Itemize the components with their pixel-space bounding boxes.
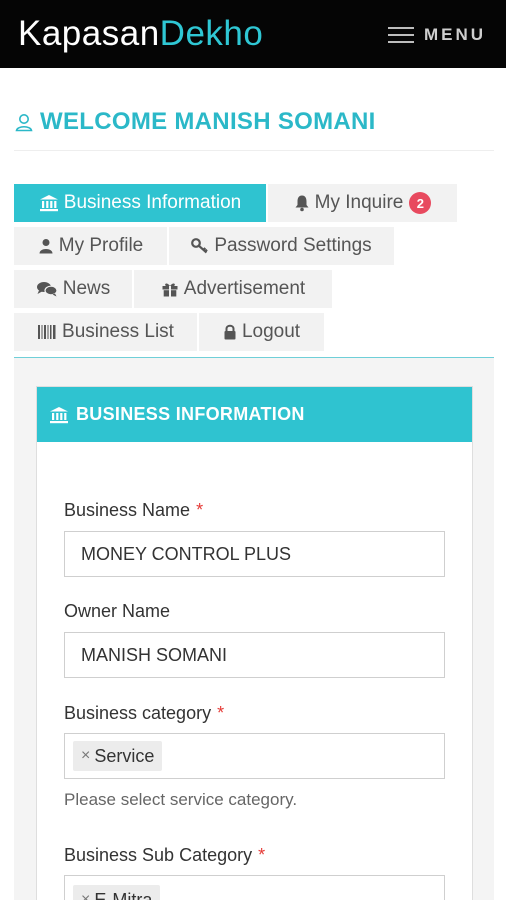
- logo-text-dekho: Dekho: [159, 14, 264, 53]
- lock-icon: [223, 324, 237, 340]
- required-marker: *: [258, 845, 266, 865]
- tab-logout[interactable]: Logout: [199, 313, 324, 351]
- logo-text-kapasan: Kapasan: [18, 14, 160, 53]
- label-text: Owner Name: [64, 601, 171, 621]
- tab-business-list[interactable]: Business List: [14, 313, 197, 351]
- key-icon: [191, 238, 209, 254]
- required-marker: *: [217, 703, 225, 723]
- welcome-text: WELCOME MANISH SOMANI: [40, 108, 376, 135]
- business-name-label: Business Name *: [64, 500, 203, 521]
- divider: [14, 150, 494, 151]
- label-text: Business category: [64, 703, 212, 723]
- tab-label: Password Settings: [214, 235, 372, 256]
- tab-my-inquire[interactable]: My Inquire 2: [268, 184, 457, 222]
- bank-icon: [39, 194, 59, 212]
- menu-button[interactable]: MENU: [387, 22, 486, 48]
- tab-business-information[interactable]: Business Information: [14, 184, 266, 222]
- tab-label: My Inquire: [314, 192, 404, 213]
- business-sub-category-select[interactable]: × E-Mitra: [64, 875, 445, 900]
- business-category-select[interactable]: × Service: [64, 733, 445, 779]
- owner-name-label: Owner Name: [64, 601, 170, 622]
- chip-label: Service: [94, 745, 155, 766]
- selected-chip: × E-Mitra: [73, 885, 161, 900]
- tab-advertisement[interactable]: Advertisement: [134, 270, 332, 308]
- notification-badge: 2: [409, 192, 432, 214]
- gift-icon: [161, 281, 179, 297]
- user-icon: [38, 238, 54, 254]
- business-category-help: Please select service category.: [64, 790, 298, 809]
- site-logo[interactable]: KapasanDekho: [18, 14, 263, 54]
- remove-chip-button[interactable]: ×: [81, 747, 90, 765]
- tab-label: Logout: [241, 321, 301, 342]
- business-category-label: Business category *: [64, 703, 224, 724]
- bank-icon: [50, 406, 68, 423]
- tab-password-settings[interactable]: Password Settings: [169, 227, 394, 265]
- selected-chip: × Service: [73, 741, 163, 771]
- input-value: MANISH SOMANI: [81, 644, 228, 665]
- welcome-heading: WELCOME MANISH SOMANI: [14, 106, 376, 138]
- label-text: Business Name: [64, 500, 191, 520]
- card-title: BUSINESS INFORMATION: [76, 404, 305, 424]
- chip-label: E-Mitra: [94, 889, 153, 900]
- required-marker: *: [196, 500, 204, 520]
- tab-my-profile[interactable]: My Profile: [14, 227, 167, 265]
- business-sub-category-label: Business Sub Category *: [64, 845, 265, 866]
- tab-label: News: [62, 278, 111, 299]
- tab-label: Business Information: [63, 192, 242, 213]
- user-icon: [15, 114, 33, 132]
- label-text: Business Sub Category: [64, 845, 253, 865]
- tab-news[interactable]: News: [14, 270, 132, 308]
- bell-icon: [294, 194, 310, 212]
- input-value: MONEY CONTROL PLUS: [81, 543, 292, 564]
- business-name-input[interactable]: MONEY CONTROL PLUS: [64, 531, 445, 577]
- comments-icon: [36, 281, 58, 297]
- top-navbar: KapasanDekho MENU: [0, 0, 506, 68]
- menu-label: MENU: [423, 25, 486, 44]
- owner-name-input[interactable]: MANISH SOMANI: [64, 632, 445, 678]
- tab-label: Advertisement: [183, 278, 306, 299]
- card-header: BUSINESS INFORMATION: [37, 387, 472, 442]
- tab-label: My Profile: [58, 235, 144, 256]
- remove-chip-button[interactable]: ×: [81, 891, 90, 900]
- tab-label: Business List: [62, 321, 174, 342]
- barcode-icon: [37, 324, 57, 340]
- hamburger-icon: [387, 25, 414, 45]
